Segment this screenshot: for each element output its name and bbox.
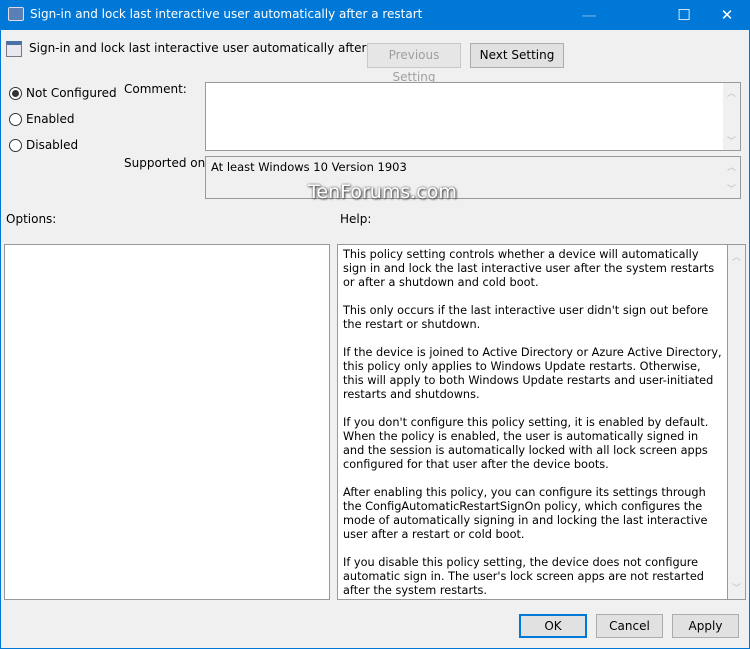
help-paragraph: This policy setting controls whether a d… xyxy=(343,248,715,289)
scroll-up-icon[interactable]: ︿ xyxy=(723,160,740,173)
maximize-button[interactable]: ☐ xyxy=(661,0,707,30)
help-paragraph: If you disable this policy setting, the … xyxy=(343,556,704,597)
comment-input[interactable]: ︿ ﹀ xyxy=(205,82,741,151)
policy-icon xyxy=(6,41,22,57)
radio-not-configured[interactable]: Not Configured xyxy=(9,86,117,100)
previous-setting-button[interactable]: Previous Setting xyxy=(367,43,461,84)
radio-circle[interactable] xyxy=(9,112,22,126)
help-panel: This policy setting controls whether a d… xyxy=(337,244,746,600)
radio-circle[interactable] xyxy=(9,86,22,100)
next-setting-button[interactable]: Next Setting xyxy=(470,43,564,68)
comment-label: Comment: xyxy=(124,82,187,96)
comment-scrollbar[interactable]: ︿ ﹀ xyxy=(723,83,740,150)
policy-name: Sign-in and lock last interactive user a… xyxy=(29,41,422,55)
help-text: This policy setting controls whether a d… xyxy=(338,245,728,599)
title-bar[interactable]: Sign-in and lock last interactive user a… xyxy=(0,0,750,30)
watermark: TenForums.com xyxy=(308,181,457,203)
help-paragraph: This only occurs if the last interactive… xyxy=(343,304,709,331)
supported-label: Supported on: xyxy=(124,156,210,170)
supported-field: At least Windows 10 Version 1903 ︿ ﹀ xyxy=(205,156,741,199)
app-icon xyxy=(8,7,24,21)
options-panel xyxy=(4,244,330,600)
window-title: Sign-in and lock last interactive user a… xyxy=(30,7,423,21)
supported-value: At least Windows 10 Version 1903 xyxy=(211,160,407,174)
supported-scrollbar[interactable]: ︿ ﹀ xyxy=(723,157,740,198)
radio-circle[interactable] xyxy=(9,138,22,152)
help-paragraph: If the device is joined to Active Direct… xyxy=(343,346,722,401)
minimize-button[interactable]: — xyxy=(566,0,612,30)
apply-button[interactable]: Apply xyxy=(672,614,739,638)
radio-label: Disabled xyxy=(26,138,79,152)
radio-enabled[interactable]: Enabled xyxy=(9,112,75,126)
scroll-down-icon[interactable]: ﹀ xyxy=(723,134,740,147)
cancel-button[interactable]: Cancel xyxy=(596,614,663,638)
ok-button[interactable]: OK xyxy=(519,614,587,638)
scroll-up-icon[interactable]: ︿ xyxy=(723,86,740,99)
help-paragraph: If you don't configure this policy setti… xyxy=(343,416,709,471)
help-scrollbar[interactable]: ︿ ﹀ xyxy=(728,245,745,599)
radio-disabled[interactable]: Disabled xyxy=(9,138,78,152)
options-label: Options: xyxy=(6,212,57,226)
help-paragraph: After enabling this policy, you can conf… xyxy=(343,486,708,541)
close-button[interactable]: ✕ xyxy=(704,0,750,30)
scroll-up-icon[interactable]: ︿ xyxy=(728,250,745,263)
radio-label: Enabled xyxy=(26,112,75,126)
help-label: Help: xyxy=(340,212,372,226)
scroll-down-icon[interactable]: ﹀ xyxy=(723,182,740,195)
radio-label: Not Configured xyxy=(26,86,117,100)
scroll-down-icon[interactable]: ﹀ xyxy=(728,581,745,594)
